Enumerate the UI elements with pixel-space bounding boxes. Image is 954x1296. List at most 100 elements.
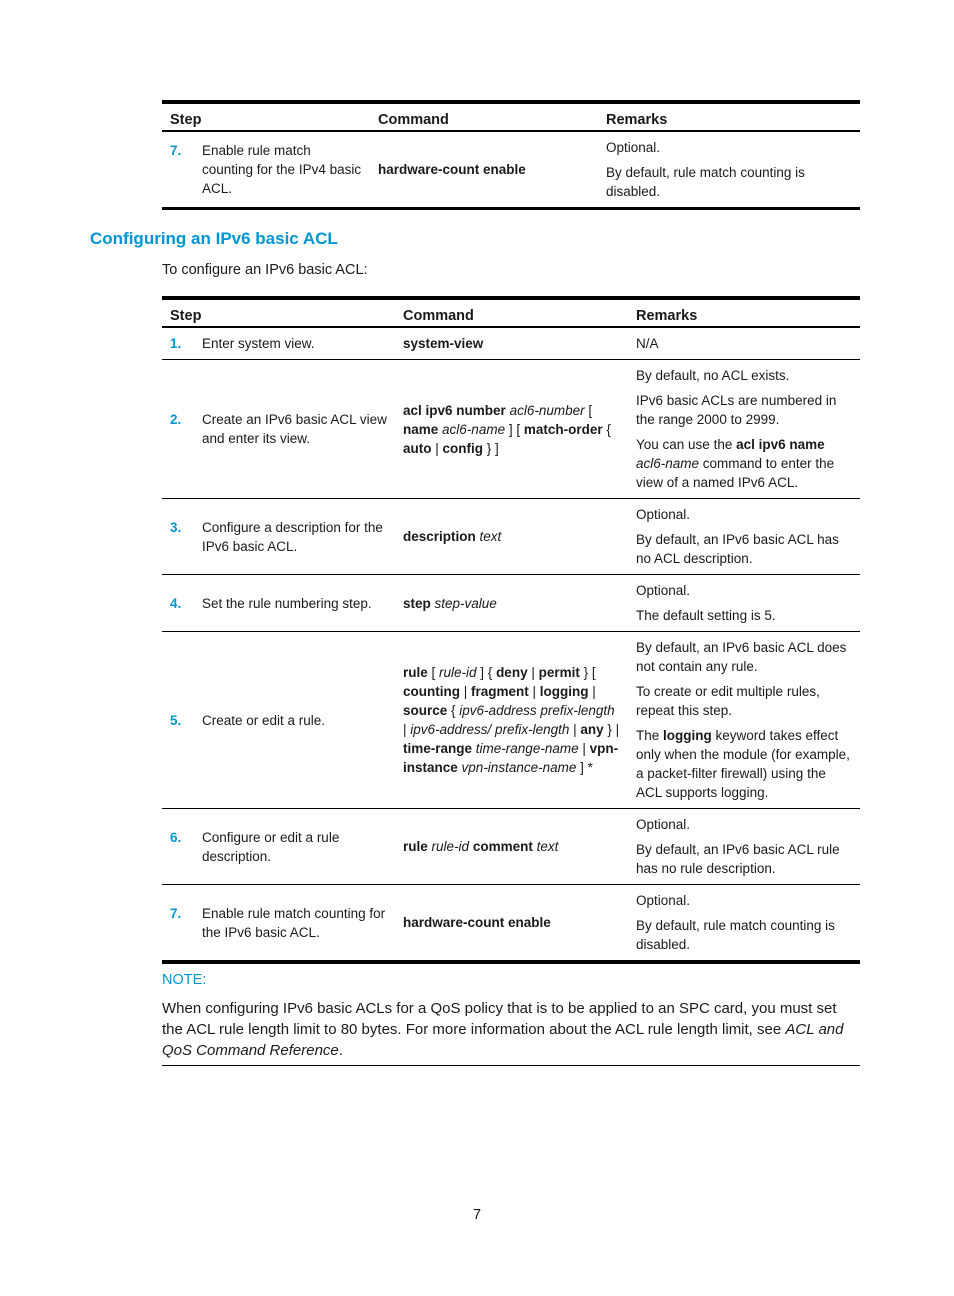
command-text: [ xyxy=(584,402,593,418)
remark-line: By default, an IPv6 basic ACL does not c… xyxy=(636,638,852,676)
keyword: deny xyxy=(496,665,528,680)
command-text: | xyxy=(588,684,596,699)
step-description: Enable rule match counting for the IPv6 … xyxy=(202,905,386,940)
step-number: 1. xyxy=(170,336,182,351)
remark-line: You can use the acl ipv6 name acl6-name … xyxy=(636,435,852,492)
remark-text: IPv6 basic ACLs are numbered in the rang… xyxy=(636,393,837,427)
remarks-cell: Optional. By default, rule match counting… xyxy=(628,884,860,963)
argument: step-value xyxy=(434,595,497,611)
step-number: 3. xyxy=(170,519,182,535)
keyword: step xyxy=(403,595,431,611)
keyword: auto xyxy=(403,440,432,456)
note-box: NOTE: When configuring IPv6 basic ACLs f… xyxy=(162,963,860,1066)
remark-line: The default setting is 5. xyxy=(636,606,852,625)
command-text: [ xyxy=(427,665,440,680)
remark-line: By default, rule match counting is disab… xyxy=(606,165,805,199)
keyword: logging xyxy=(663,728,712,743)
step-cell: 7. Enable rule match counting for the IP… xyxy=(162,131,370,210)
note-text: When configuring IPv6 basic ACLs for a Q… xyxy=(162,1000,837,1038)
step-number: 7. xyxy=(170,905,182,921)
remark-line: Optional. xyxy=(636,891,852,910)
remark-text: The xyxy=(636,728,664,743)
command-text: hardware-count enable xyxy=(378,162,526,177)
keyword: rule xyxy=(403,839,428,854)
remark-text: Optional. xyxy=(636,893,691,908)
command-text: { xyxy=(447,703,460,718)
argument: acl6-number xyxy=(509,402,585,418)
command-text: | xyxy=(527,665,539,680)
remark-text: To create or edit multiple rules, repeat… xyxy=(636,684,820,718)
keyword: comment xyxy=(472,839,533,854)
steps-table-ipv4: Step Command Remarks 7. Enable rule matc… xyxy=(162,100,860,210)
keyword: rule xyxy=(403,665,428,680)
document-page: Step Command Remarks 7. Enable rule matc… xyxy=(0,0,954,1296)
table-row: 4. Set the rule numbering step. step step-… xyxy=(162,574,860,632)
step-description: Configure or edit a rule description. xyxy=(202,829,340,864)
step-cell: 6. Configure or edit a rule description. xyxy=(162,808,395,885)
section-heading: Configuring an IPv6 basic ACL xyxy=(90,229,338,248)
keyword: name xyxy=(403,421,439,437)
remarks-cell: Optional. By default, an IPv6 basic ACL h… xyxy=(628,498,860,575)
header-remarks: Remarks xyxy=(628,296,860,328)
table-row: 7. Enable rule match counting for the IPv… xyxy=(162,884,860,963)
remark-text: By default, no ACL exists. xyxy=(636,368,790,383)
remarks-cell: Optional. By default, an IPv6 basic ACL r… xyxy=(628,808,860,885)
command-cell: rule rule-id comment text xyxy=(395,808,628,885)
remarks-cell: N/A xyxy=(628,327,860,360)
step-cell: 5. Create or edit a rule. xyxy=(162,631,395,809)
remark-text: You can use the xyxy=(636,437,737,452)
table-header-row: Step Command Remarks xyxy=(162,100,860,132)
keyword: any xyxy=(580,722,604,737)
remark-text: Optional. xyxy=(636,817,691,832)
remarks-cell: Optional. By default, rule match countin… xyxy=(598,131,860,210)
remark-line: Optional. xyxy=(636,505,852,524)
step-description: Configure a description for the IPv6 bas… xyxy=(202,519,383,554)
command-text: ] [ xyxy=(505,421,524,437)
remark-line: Optional. xyxy=(636,581,852,600)
argument: text xyxy=(536,839,559,854)
keyword: match-order xyxy=(523,421,603,437)
command-cell: rule [ rule-id ] { deny | permit } [ cou… xyxy=(395,631,628,809)
command-cell: hardware-count enable xyxy=(395,884,628,963)
command-text: | xyxy=(460,684,472,699)
step-cell: 3. Configure a description for the IPv6 b… xyxy=(162,498,395,575)
step-description: Set the rule numbering step. xyxy=(202,595,372,611)
remark-line: IPv6 basic ACLs are numbered in the rang… xyxy=(636,391,852,429)
keyword: hardware-count enable xyxy=(403,915,551,930)
command-text: | xyxy=(528,684,540,699)
remark-line: N/A xyxy=(636,334,852,353)
table-row: 6. Configure or edit a rule description. r… xyxy=(162,808,860,885)
header-step: Step xyxy=(162,100,370,132)
argument: time-range-name xyxy=(475,741,579,756)
command-cell: acl ipv6 number acl6-number [ name acl6-… xyxy=(395,359,628,499)
command-text: | xyxy=(431,440,443,456)
command-text: { xyxy=(602,421,611,437)
header-remarks: Remarks xyxy=(598,100,860,132)
remark-text: N/A xyxy=(636,336,659,351)
note-text: . xyxy=(338,1042,343,1059)
keyword: permit xyxy=(538,665,580,680)
remark-line: Optional. xyxy=(636,815,852,834)
argument: acl6-name xyxy=(442,421,506,437)
step-number: 2. xyxy=(170,412,182,427)
table-row: 5. Create or edit a rule. rule [ rule-id ]… xyxy=(162,631,860,809)
step-cell: 2. Create an IPv6 basic ACL view and ente… xyxy=(162,359,395,499)
remark-text: By default, an IPv6 basic ACL rule has n… xyxy=(636,842,840,876)
command-text: | xyxy=(578,741,590,756)
note-body: When configuring IPv6 basic ACLs for a Q… xyxy=(162,998,860,1061)
step-number: 4. xyxy=(170,595,182,611)
table-row: 3. Configure a description for the IPv6 b… xyxy=(162,498,860,575)
keyword: system-view xyxy=(403,336,484,351)
table-header-row: Step Command Remarks xyxy=(162,296,860,328)
command-text: | xyxy=(569,722,581,737)
step-cell: 4. Set the rule numbering step. xyxy=(162,574,395,632)
keyword: acl ipv6 number xyxy=(403,402,506,418)
remark-text: Optional. xyxy=(636,507,691,522)
remark-line: By default, an IPv6 basic ACL has no ACL… xyxy=(636,530,852,568)
note-label: NOTE: xyxy=(162,972,207,988)
step-number: 5. xyxy=(170,712,182,728)
header-command: Command xyxy=(395,296,628,328)
command-text: ] { xyxy=(476,665,497,680)
keyword: logging xyxy=(539,684,589,699)
argument: acl6-name xyxy=(636,456,700,471)
